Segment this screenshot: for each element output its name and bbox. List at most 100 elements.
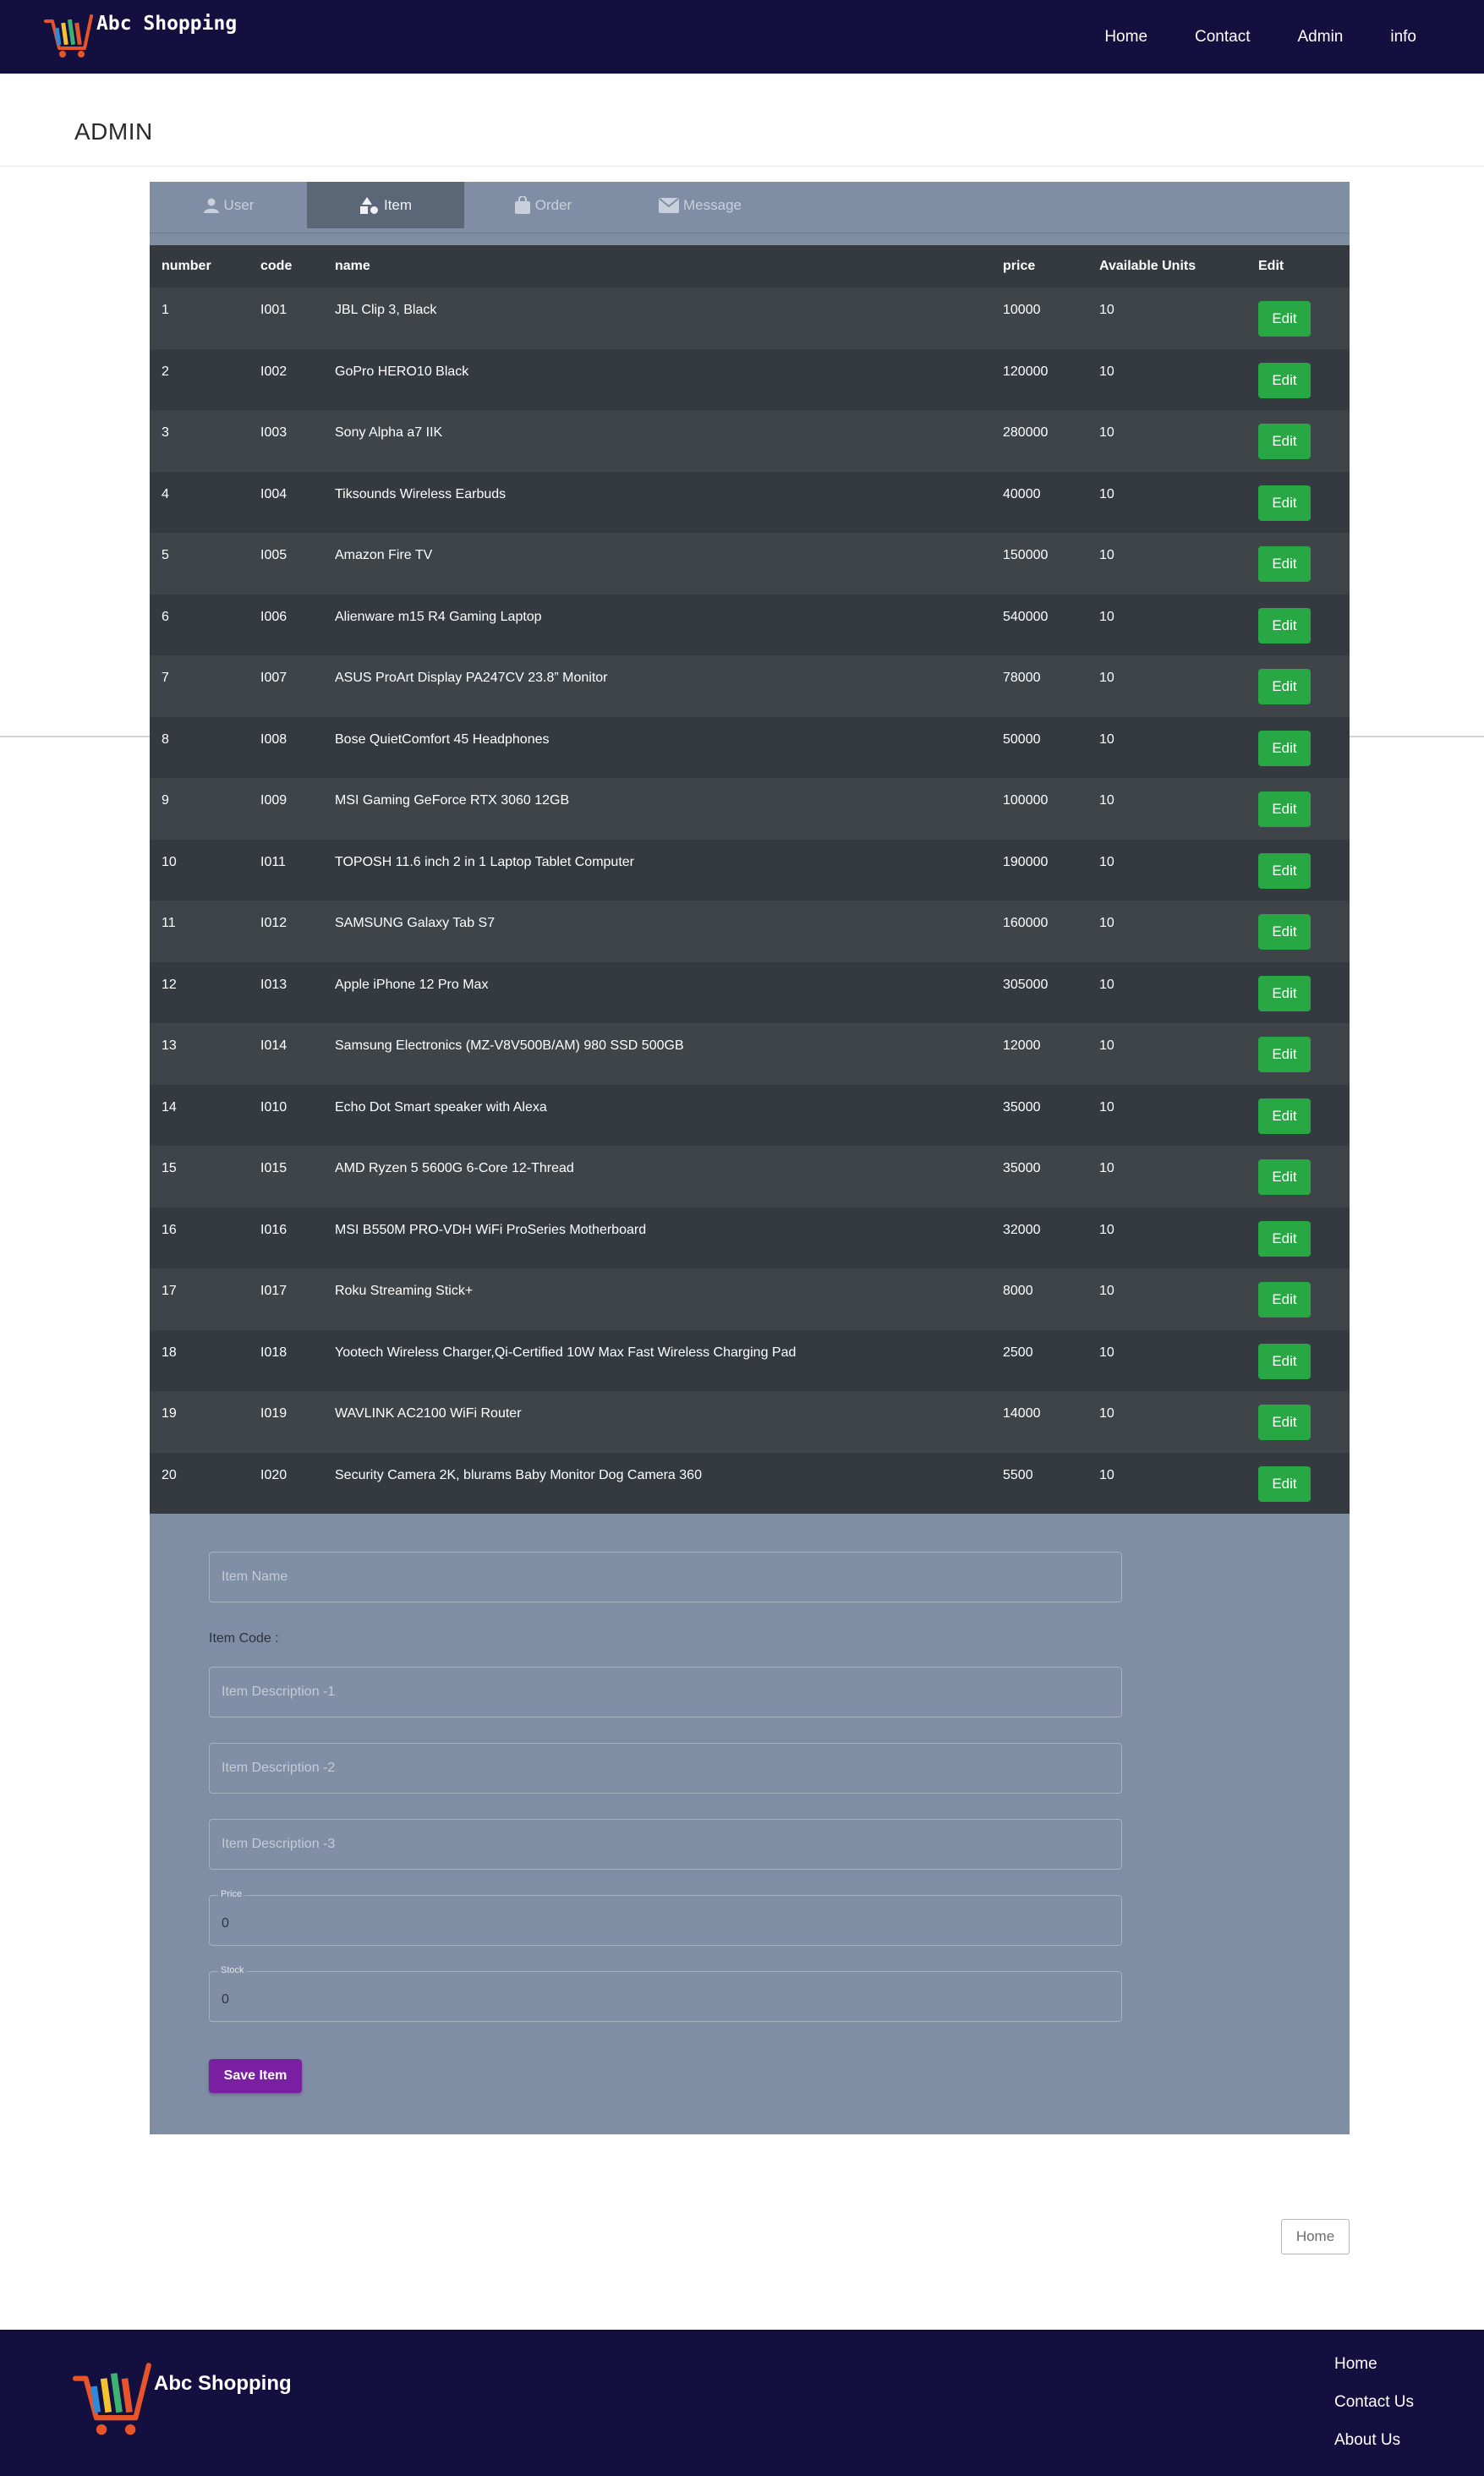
edit-button[interactable]: Edit: [1258, 1159, 1311, 1195]
edit-button[interactable]: Edit: [1258, 1037, 1311, 1072]
cell-code: I005: [260, 548, 287, 562]
table-row: 12 I013 Apple iPhone 12 Pro Max 305000 10 Edi…: [150, 961, 1350, 1023]
cell-edit: Edit: [1246, 594, 1350, 644]
footer-brand[interactable]: Abc Shopping: [73, 2360, 292, 2441]
edit-button[interactable]: Edit: [1258, 424, 1311, 459]
footer-link-contact-us[interactable]: Contact Us: [1334, 2393, 1414, 2412]
item-description-2-input[interactable]: Item Description -2: [209, 1743, 1122, 1794]
cell-number: 2: [162, 364, 169, 379]
cell-code: I002: [260, 364, 287, 379]
cell-available-units: 10: [1099, 548, 1114, 562]
cell-code: I016: [260, 1222, 287, 1237]
cell-number: 18: [162, 1345, 177, 1360]
cell-price: 120000: [1003, 364, 1049, 379]
cell-price: 12000: [1003, 1038, 1041, 1053]
cell-number: 4: [162, 486, 169, 501]
placeholder: Item Description -3: [222, 1837, 336, 1851]
cell-name: Bose QuietComfort 45 Headphones: [335, 731, 550, 747]
cell-code: I019: [260, 1406, 287, 1421]
edit-button[interactable]: Edit: [1258, 852, 1311, 889]
cell-number: 20: [162, 1467, 177, 1482]
edit-button[interactable]: Edit: [1258, 792, 1311, 827]
cell-name: WAVLINK AC2100 WiFi Router: [335, 1406, 522, 1421]
cell-available-units: 10: [1099, 1406, 1114, 1421]
cell-available-units: 10: [1099, 609, 1114, 624]
nav-info[interactable]: info: [1390, 28, 1416, 47]
cell-name: Yootech Wireless Charger,Qi-Certified 10…: [335, 1345, 797, 1360]
tab-label: User: [223, 196, 255, 213]
edit-button[interactable]: Edit: [1258, 301, 1311, 337]
edit-button[interactable]: Edit: [1258, 914, 1311, 950]
tab-label: Message: [683, 196, 742, 213]
cell-price: 32000: [1003, 1222, 1041, 1237]
cell-price: 2500: [1003, 1345, 1033, 1360]
cell-name: Amazon Fire TV: [335, 548, 433, 562]
cell-code: I006: [260, 609, 287, 624]
cell-available-units: 10: [1099, 303, 1114, 317]
cell-edit: Edit: [1246, 288, 1350, 337]
col-edit: Edit: [1258, 259, 1284, 273]
item-description-1-input[interactable]: Item Description -1: [209, 1667, 1122, 1717]
cell-edit: Edit: [1246, 962, 1350, 1011]
edit-button[interactable]: Edit: [1258, 362, 1311, 398]
col-available-units: Available Units: [1099, 259, 1197, 273]
tab-order[interactable]: Order: [464, 182, 622, 228]
footer-link-home[interactable]: Home: [1334, 2355, 1414, 2374]
stock-input[interactable]: Stock 0: [209, 1965, 1122, 2022]
edit-button[interactable]: Edit: [1258, 975, 1311, 1011]
col-number: number: [162, 259, 211, 273]
edit-button[interactable]: Edit: [1258, 1220, 1311, 1257]
brand[interactable]: Abc Shopping: [42, 7, 237, 64]
cell-price: 540000: [1003, 609, 1049, 624]
save-item-button[interactable]: Save Item: [209, 2059, 302, 2093]
table-row: 2 I002 GoPro HERO10 Black 120000 10 Edit: [150, 348, 1350, 410]
edit-button[interactable]: Edit: [1258, 1282, 1311, 1317]
cell-name: Echo Dot Smart speaker with Alexa: [335, 1099, 547, 1115]
nav-home[interactable]: Home: [1104, 28, 1147, 47]
cell-edit: Edit: [1246, 717, 1350, 766]
cell-price: 8000: [1003, 1284, 1033, 1298]
cell-available-units: 10: [1099, 916, 1114, 930]
cell-code: I008: [260, 731, 287, 747]
edit-button[interactable]: Edit: [1258, 669, 1311, 704]
cell-edit: Edit: [1246, 1023, 1350, 1072]
cell-name: MSI B550M PRO-VDH WiFi ProSeries Motherb…: [335, 1222, 647, 1237]
cell-available-units: 10: [1099, 1284, 1114, 1298]
placeholder: Item Name: [222, 1569, 288, 1584]
cell-edit: Edit: [1246, 1208, 1350, 1257]
tab-label: Item: [383, 196, 413, 213]
table-body: 1 I001 JBL Clip 3, Black 10000 10 Edit 2 I002 Go…: [150, 288, 1350, 1514]
nav-contact[interactable]: Contact: [1195, 28, 1250, 47]
cell-number: 14: [162, 1099, 177, 1115]
edit-button[interactable]: Edit: [1258, 546, 1311, 582]
cell-available-units: 10: [1099, 1161, 1114, 1175]
table-row: 15 I015 AMD Ryzen 5 5600G 6-Core 12-Thread…: [150, 1146, 1350, 1208]
edit-button[interactable]: Edit: [1258, 1465, 1311, 1502]
cell-code: I001: [260, 303, 287, 317]
tab-item[interactable]: Item: [307, 182, 464, 228]
edit-button[interactable]: Edit: [1258, 1343, 1311, 1379]
cell-number: 6: [162, 609, 169, 624]
edit-button[interactable]: Edit: [1258, 607, 1311, 644]
table-row: 14 I010 Echo Dot Smart speaker with Alexa 3…: [150, 1084, 1350, 1146]
item-name-input[interactable]: Item Name: [209, 1552, 1122, 1602]
footer-link-about-us[interactable]: About Us: [1334, 2431, 1414, 2450]
price-input[interactable]: Price 0: [209, 1889, 1122, 1946]
edit-button[interactable]: Edit: [1258, 730, 1311, 766]
tab-label: Order: [534, 196, 572, 213]
cell-price: 14000: [1003, 1406, 1041, 1421]
item-description-3-input[interactable]: Item Description -3: [209, 1819, 1122, 1870]
user-icon: [203, 198, 219, 213]
table-row: 4 I004 Tiksounds Wireless Earbuds 40000 10 Ed…: [150, 471, 1350, 533]
cell-edit: Edit: [1246, 778, 1350, 827]
cart-logo-icon: [44, 14, 93, 58]
tab-message[interactable]: Message: [622, 182, 779, 228]
edit-button[interactable]: Edit: [1258, 1405, 1311, 1440]
cell-number: 5: [162, 548, 169, 562]
nav-admin[interactable]: Admin: [1298, 28, 1344, 47]
edit-button[interactable]: Edit: [1258, 485, 1311, 521]
items-table: number code name price Available Units E…: [150, 245, 1350, 1514]
tab-user[interactable]: User: [150, 182, 307, 228]
home-button[interactable]: Home: [1281, 2219, 1350, 2254]
edit-button[interactable]: Edit: [1258, 1098, 1311, 1134]
